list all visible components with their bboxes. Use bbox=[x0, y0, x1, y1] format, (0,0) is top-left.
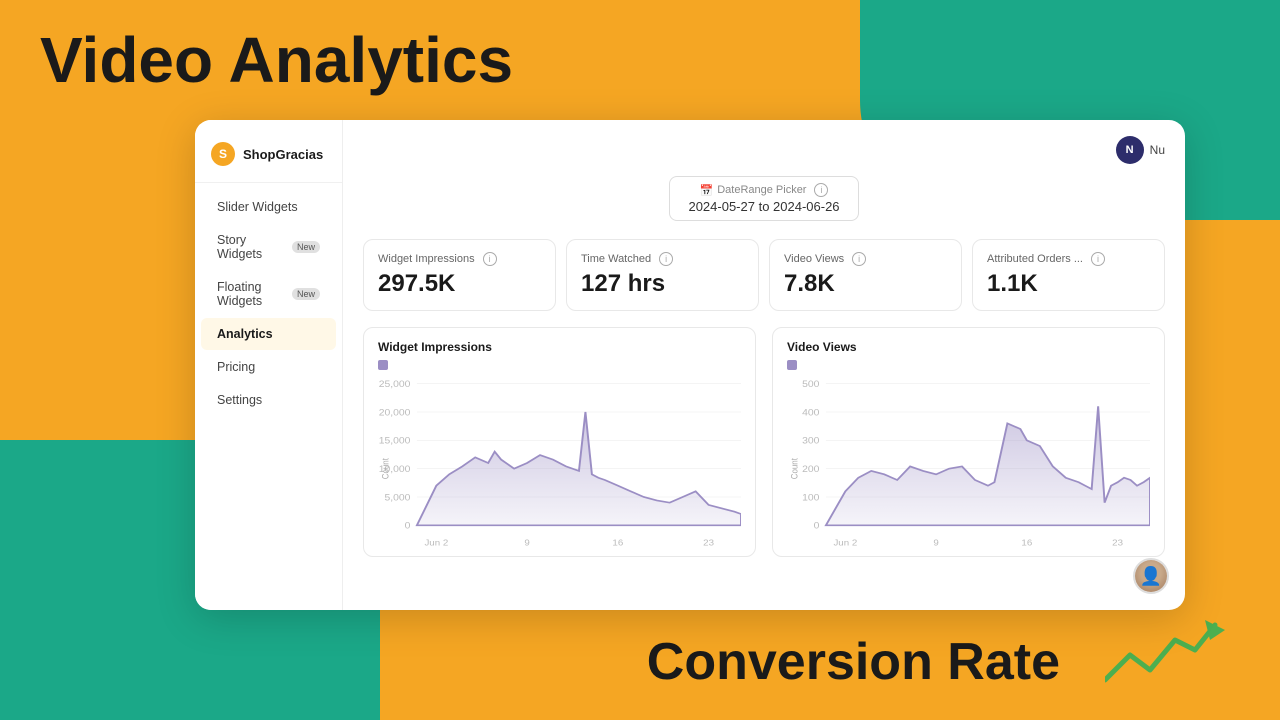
svg-text:5,000: 5,000 bbox=[384, 493, 411, 503]
sidebar-item-label: Pricing bbox=[217, 360, 255, 374]
svg-text:23: 23 bbox=[703, 538, 714, 547]
chart-widget-impressions: Widget Impressions 25,000 bbox=[363, 327, 756, 557]
chart-svg-2: 500 400 300 200 100 0 Count bbox=[787, 378, 1150, 548]
sidebar-item-slider-widgets[interactable]: Slider Widgets bbox=[201, 191, 336, 223]
sidebar-item-label: Slider Widgets bbox=[217, 200, 298, 214]
bottom-user-avatar: 👤 bbox=[1133, 558, 1169, 594]
sidebar-item-floating-widgets[interactable]: Floating Widgets New bbox=[201, 271, 336, 317]
svg-text:9: 9 bbox=[524, 538, 529, 547]
chart-video-views: Video Views 500 400 bbox=[772, 327, 1165, 557]
info-icon-4: i bbox=[1091, 252, 1105, 266]
chart-area-2: 500 400 300 200 100 0 Count bbox=[787, 378, 1150, 548]
svg-text:0: 0 bbox=[814, 521, 820, 531]
stat-value: 1.1K bbox=[987, 270, 1150, 298]
svg-text:Jun 2: Jun 2 bbox=[424, 538, 448, 547]
legend-dot-2 bbox=[787, 360, 797, 370]
nav-badge-new: New bbox=[292, 241, 320, 253]
info-icon: i bbox=[814, 183, 828, 197]
chart-svg-1: 25,000 20,000 15,000 10,000 5,000 0 Coun… bbox=[378, 378, 741, 548]
page-title: Video Analytics bbox=[40, 28, 513, 92]
arrow-icon bbox=[1105, 620, 1225, 705]
sidebar-item-analytics[interactable]: Analytics bbox=[201, 318, 336, 350]
sidebar-item-pricing[interactable]: Pricing bbox=[201, 351, 336, 383]
app-card: S ShopGracias Slider Widgets Story Widge… bbox=[195, 120, 1185, 610]
svg-text:0: 0 bbox=[405, 521, 411, 531]
svg-text:23: 23 bbox=[1112, 538, 1123, 547]
stat-card-attributed-orders: Attributed Orders ... i 1.1K bbox=[972, 239, 1165, 311]
sidebar-item-label: Floating Widgets bbox=[217, 280, 286, 308]
svg-text:16: 16 bbox=[1021, 538, 1032, 547]
chart-legend-1 bbox=[378, 360, 741, 370]
stat-value: 7.8K bbox=[784, 270, 947, 298]
stat-label: Time Watched i bbox=[581, 252, 744, 266]
logo-icon: S bbox=[211, 142, 235, 166]
charts-row: Widget Impressions 25,000 bbox=[363, 327, 1165, 557]
svg-text:400: 400 bbox=[802, 408, 820, 418]
svg-text:25,000: 25,000 bbox=[379, 380, 411, 390]
svg-text:Jun 2: Jun 2 bbox=[833, 538, 857, 547]
sidebar-item-story-widgets[interactable]: Story Widgets New bbox=[201, 224, 336, 270]
date-range-picker[interactable]: 📅 DateRange Picker i 2024-05-27 to 2024-… bbox=[669, 176, 859, 221]
stat-card-video-views: Video Views i 7.8K bbox=[769, 239, 962, 311]
stat-card-time-watched: Time Watched i 127 hrs bbox=[566, 239, 759, 311]
user-label: Nu bbox=[1150, 143, 1165, 157]
header-row: N Nu bbox=[363, 136, 1165, 164]
logo-text: ShopGracias bbox=[243, 147, 323, 162]
chart-legend-2 bbox=[787, 360, 1150, 370]
sidebar-item-label: Analytics bbox=[217, 327, 273, 341]
svg-text:20,000: 20,000 bbox=[379, 408, 411, 418]
bottom-title: Conversion Rate bbox=[647, 632, 1060, 692]
stat-label: Attributed Orders ... i bbox=[987, 252, 1150, 266]
date-picker-value: 2024-05-27 to 2024-06-26 bbox=[688, 199, 839, 214]
sidebar: S ShopGracias Slider Widgets Story Widge… bbox=[195, 120, 343, 610]
calendar-icon: 📅 bbox=[700, 184, 714, 197]
date-picker-label: 📅 DateRange Picker i bbox=[700, 183, 829, 197]
chart-title-2: Video Views bbox=[787, 340, 1150, 354]
svg-text:15,000: 15,000 bbox=[379, 436, 411, 446]
stats-row: Widget Impressions i 297.5K Time Watched… bbox=[363, 239, 1165, 311]
avatar-face: 👤 bbox=[1135, 560, 1167, 592]
sidebar-item-label: Settings bbox=[217, 393, 262, 407]
info-icon-1: i bbox=[483, 252, 497, 266]
svg-text:9: 9 bbox=[933, 538, 938, 547]
user-avatar[interactable]: N bbox=[1116, 136, 1144, 164]
chart-area-1: 25,000 20,000 15,000 10,000 5,000 0 Coun… bbox=[378, 378, 741, 548]
svg-text:500: 500 bbox=[802, 380, 820, 390]
svg-text:100: 100 bbox=[802, 493, 820, 503]
svg-text:300: 300 bbox=[802, 436, 820, 446]
svg-text:Count: Count bbox=[380, 458, 391, 480]
svg-text:Count: Count bbox=[789, 458, 800, 480]
svg-text:200: 200 bbox=[802, 465, 820, 475]
sidebar-item-settings[interactable]: Settings bbox=[201, 384, 336, 416]
stat-value: 127 hrs bbox=[581, 270, 744, 298]
stat-card-widget-impressions: Widget Impressions i 297.5K bbox=[363, 239, 556, 311]
date-picker-container: 📅 DateRange Picker i 2024-05-27 to 2024-… bbox=[363, 176, 1165, 221]
main-content: N Nu 📅 DateRange Picker i 2024-05-27 to … bbox=[343, 120, 1185, 610]
legend-dot-1 bbox=[378, 360, 388, 370]
stat-value: 297.5K bbox=[378, 270, 541, 298]
stat-label: Widget Impressions i bbox=[378, 252, 541, 266]
stat-label: Video Views i bbox=[784, 252, 947, 266]
sidebar-item-label: Story Widgets bbox=[217, 233, 286, 261]
chart-title-1: Widget Impressions bbox=[378, 340, 741, 354]
nav-badge-new2: New bbox=[292, 288, 320, 300]
info-icon-2: i bbox=[659, 252, 673, 266]
svg-text:16: 16 bbox=[612, 538, 623, 547]
info-icon-3: i bbox=[852, 252, 866, 266]
sidebar-logo: S ShopGracias bbox=[195, 130, 342, 183]
